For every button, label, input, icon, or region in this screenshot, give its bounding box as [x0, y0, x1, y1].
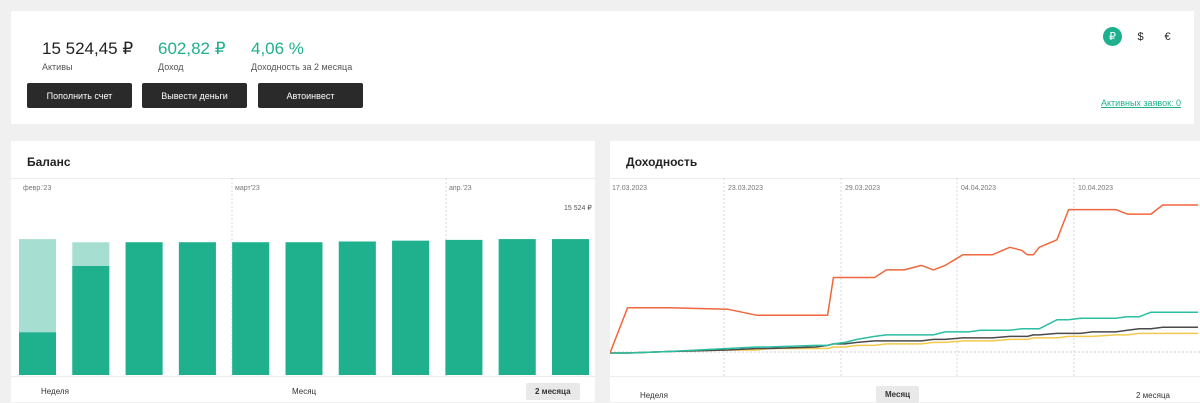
currency-usd-button[interactable]: $: [1131, 27, 1150, 46]
date-label: 29.03.2023: [845, 185, 880, 192]
period-2months-button[interactable]: 2 месяца: [526, 383, 580, 400]
bar: [445, 239, 483, 375]
bar: [338, 241, 376, 375]
bar: [285, 242, 323, 375]
yield-label: Доходность за 2 месяца: [251, 62, 353, 72]
date-label: 23.03.2023: [728, 185, 763, 192]
divider: [11, 376, 595, 377]
currency-eur-button[interactable]: €: [1158, 27, 1177, 46]
assets-label: Активы: [42, 62, 73, 72]
bar: [498, 239, 536, 375]
period-month-button[interactable]: Месяц: [292, 387, 316, 396]
series-line-orange: [610, 204, 1198, 354]
bar: [232, 242, 270, 375]
date-label: 10.04.2023: [1078, 185, 1113, 192]
active-orders-link[interactable]: Активных заявок: 0: [1101, 98, 1181, 108]
balance-card: Баланс февр.'23 март'23 апр.'23 15 524 ₽ Не…: [11, 141, 595, 402]
summary-card: 15 524,45 ₽ Активы 602,82 ₽ Доход 4,06 %…: [11, 11, 1194, 124]
month-label: апр.'23: [449, 185, 472, 192]
period-2months-button[interactable]: 2 месяца: [1136, 391, 1170, 400]
bar: [178, 242, 216, 375]
divider: [610, 376, 1200, 377]
income-label: Доход: [158, 62, 184, 72]
month-label: февр.'23: [23, 185, 51, 192]
period-month-button[interactable]: Месяц: [876, 386, 920, 403]
autoinvest-button[interactable]: Автоинвест: [258, 83, 363, 108]
bar: [125, 242, 163, 375]
withdraw-button[interactable]: Вывести деньги: [142, 83, 247, 108]
yield-chart: 17.03.2023 23.03.2023 29.03.2023 04.04.2023…: [610, 178, 1200, 376]
period-week-button[interactable]: Неделя: [41, 387, 69, 396]
date-label: 04.04.2023: [961, 185, 996, 192]
deposit-button[interactable]: Пополнить счет: [27, 83, 132, 108]
balance-chart: февр.'23 март'23 апр.'23 15 524 ₽: [19, 178, 592, 376]
series-line-dark: [610, 326, 1198, 354]
yield-stat: 4,06 % Доходность за 2 месяца: [251, 39, 352, 72]
yield-card: Доходность 17.03.2023 23.03.2023 29.03.202…: [610, 141, 1200, 403]
month-label: март'23: [235, 185, 260, 192]
bar: [552, 239, 589, 375]
assets-value: 15 524,45 ₽: [42, 39, 134, 58]
last-value-label: 15 524 ₽: [564, 204, 592, 212]
bar: [19, 332, 56, 375]
assets-stat: 15 524,45 ₽ Активы: [42, 39, 133, 72]
income-value: 602,82 ₽: [158, 39, 226, 58]
currency-rub-button[interactable]: ₽: [1103, 27, 1122, 46]
yield-value: 4,06 %: [251, 39, 304, 58]
balance-title: Баланс: [27, 155, 71, 169]
bar: [72, 265, 110, 375]
yield-title: Доходность: [626, 155, 698, 169]
income-stat: 602,82 ₽ Доход: [158, 39, 226, 72]
top-decoration: [784, 0, 834, 3]
date-label: 17.03.2023: [612, 185, 647, 192]
period-week-button[interactable]: Неделя: [640, 391, 668, 400]
bar: [392, 240, 430, 375]
